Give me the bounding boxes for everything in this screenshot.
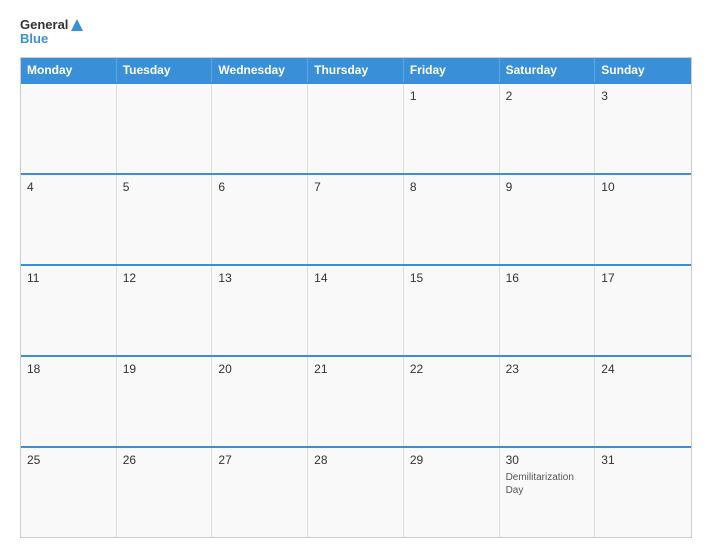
header-sunday: Sunday [595,58,691,82]
calendar-cell: 24 [595,357,691,446]
day-number: 19 [123,362,206,376]
logo: General Blue [20,18,84,47]
calendar-cell [308,84,404,173]
day-number: 12 [123,271,206,285]
calendar-cell [117,84,213,173]
day-number: 14 [314,271,397,285]
calendar-cell: 29 [404,448,500,537]
day-number: 10 [601,180,685,194]
calendar: Monday Tuesday Wednesday Thursday Friday… [20,57,692,538]
day-number: 2 [506,89,589,103]
calendar-cell: 12 [117,266,213,355]
calendar-page: General Blue Monday Tuesday Wednesday Th… [0,0,712,550]
logo-icon [70,18,84,32]
calendar-cell: 2 [500,84,596,173]
day-number: 9 [506,180,589,194]
calendar-cell: 27 [212,448,308,537]
day-number: 4 [27,180,110,194]
day-number: 3 [601,89,685,103]
calendar-header: Monday Tuesday Wednesday Thursday Friday… [21,58,691,82]
logo-general-text: General [20,18,68,32]
week-row-4: 18 19 20 21 22 23 24 [21,355,691,446]
week-row-2: 456789 10 [21,173,691,264]
calendar-cell: 4 [21,175,117,264]
day-number: 26 [123,453,206,467]
calendar-cell: 16 [500,266,596,355]
day-number: 17 [601,271,685,285]
header-wednesday: Wednesday [212,58,308,82]
week-row-3: 11 12 13 14 15 16 17 [21,264,691,355]
day-number: 25 [27,453,110,467]
calendar-cell: 18 [21,357,117,446]
day-number: 1 [410,89,493,103]
header-monday: Monday [21,58,117,82]
logo-blue-text: Blue [20,32,48,46]
calendar-cell: 14 [308,266,404,355]
calendar-body: 1234567891011121314151617181920212223242… [21,82,691,537]
calendar-cell: 31 [595,448,691,537]
calendar-cell: 23 [500,357,596,446]
header-tuesday: Tuesday [117,58,213,82]
day-event: Demilitarization Day [506,471,589,497]
day-number: 21 [314,362,397,376]
calendar-cell: 20 [212,357,308,446]
day-number: 31 [601,453,685,467]
day-number: 16 [506,271,589,285]
day-number: 7 [314,180,397,194]
day-number: 6 [218,180,301,194]
day-number: 24 [601,362,685,376]
day-number: 8 [410,180,493,194]
header-saturday: Saturday [500,58,596,82]
calendar-cell: 15 [404,266,500,355]
calendar-cell: 17 [595,266,691,355]
day-number: 11 [27,271,110,285]
day-number: 27 [218,453,301,467]
header: General Blue [20,18,692,47]
calendar-cell: 7 [308,175,404,264]
calendar-cell: 6 [212,175,308,264]
day-number: 18 [27,362,110,376]
calendar-cell: 21 [308,357,404,446]
calendar-cell [212,84,308,173]
calendar-cell: 30 Demilitarization Day [500,448,596,537]
day-number: 15 [410,271,493,285]
calendar-cell: 22 [404,357,500,446]
calendar-cell: 19 [117,357,213,446]
day-number: 29 [410,453,493,467]
calendar-cell: 8 [404,175,500,264]
calendar-cell [21,84,117,173]
day-number: 23 [506,362,589,376]
day-number: 28 [314,453,397,467]
calendar-cell: 13 [212,266,308,355]
header-thursday: Thursday [308,58,404,82]
week-row-1: 123 [21,82,691,173]
day-number: 5 [123,180,206,194]
header-friday: Friday [404,58,500,82]
calendar-cell: 3 [595,84,691,173]
calendar-cell: 25 [21,448,117,537]
day-number: 13 [218,271,301,285]
calendar-cell: 28 [308,448,404,537]
calendar-cell: 10 [595,175,691,264]
day-number: 20 [218,362,301,376]
week-row-5: 25 26 27 28 29 30 Demilitarization Day 31 [21,446,691,537]
calendar-cell: 1 [404,84,500,173]
day-number: 30 [506,453,589,467]
day-number: 22 [410,362,493,376]
calendar-cell: 11 [21,266,117,355]
calendar-cell: 9 [500,175,596,264]
calendar-cell: 26 [117,448,213,537]
calendar-cell: 5 [117,175,213,264]
